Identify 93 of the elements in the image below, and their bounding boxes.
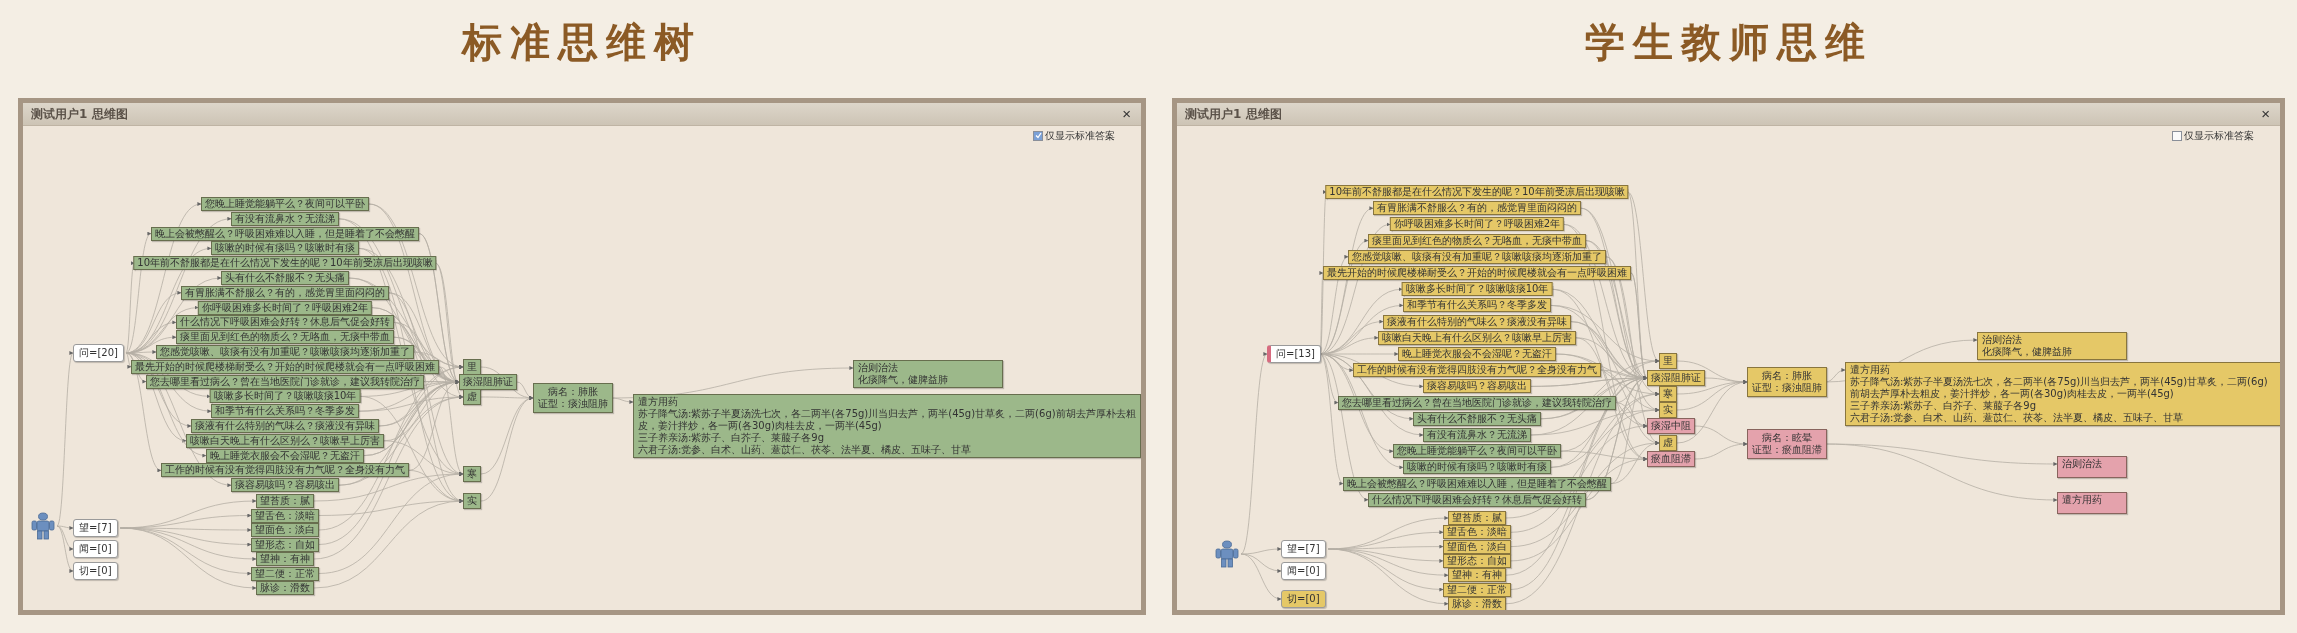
category-node[interactable]: 问=[13] <box>1267 345 1321 363</box>
diagnosis-node[interactable]: 病名：肺胀 证型：痰浊阻肺 <box>533 383 613 413</box>
checkbox[interactable] <box>2172 130 2182 141</box>
syndrome-node[interactable]: 实 <box>1659 402 1677 418</box>
question-node[interactable]: 晚上睡觉衣服会不会湿呢？无盗汗 <box>206 448 364 463</box>
inspection-node[interactable]: 望神：有神 <box>256 552 314 566</box>
treatment-node[interactable]: 治则治法 <box>2057 456 2127 478</box>
question-node[interactable]: 晚上会被憋醒么？呼吸困难难以入睡，但是睡着了不会憋醒 <box>151 226 419 241</box>
prescription-node[interactable]: 遣方用药 苏子降气汤:紫苏子半夏汤洗七次，各二两半(各75g)川当归去芦，两半(45g)甘草炙，二两(6g)前胡去芦厚朴去粗皮，姜汁拌炒，各一两(各30g)肉桂去皮，一两半(45g) 三子养亲汤:紫苏子、白芥子、莱菔子各9g 六君子汤:党参、白术、山药、薏苡仁、茯苓、法半夏、橘皮、五味子、甘草 <box>633 394 1141 458</box>
treatment-node[interactable]: 治则治法 化痰降气，健脾益肺 <box>1977 332 2127 360</box>
question-node[interactable]: 痰液有什么特别的气味么？痰液没有异味 <box>1383 314 1571 329</box>
inspection-node[interactable]: 望舌色：淡暗 <box>251 508 319 523</box>
question-node[interactable]: 您感觉咳嗽、咳痰有没有加重呢？咳嗽咳痰均逐渐加重了 <box>1348 249 1606 264</box>
syndrome-node[interactable]: 里 <box>1659 353 1677 369</box>
question-node[interactable]: 你呼吸困难多长时间了？呼吸困难2年 <box>197 300 373 315</box>
inspection-node[interactable]: 望神：有神 <box>1448 568 1506 583</box>
inspection-node[interactable]: 脉诊：滑数 <box>256 581 314 595</box>
question-node[interactable]: 咳嗽白天晚上有什么区别么？咳嗽早上厉害 <box>1378 330 1576 345</box>
inspection-node[interactable]: 望面色：淡白 <box>251 523 319 537</box>
diagnosis-node[interactable]: 病名：肺胀 证型：痰浊阻肺 <box>1747 367 1827 397</box>
category-node[interactable]: 切=[0] <box>73 562 118 580</box>
question-node[interactable]: 您去哪里看过病么？曾在当地医院门诊就诊，建议我转院治疗 <box>146 374 424 389</box>
treatment-node[interactable]: 治则治法 化痰降气，健脾益肺 <box>853 360 1003 388</box>
question-node[interactable]: 最先开始的时候爬楼梯耐受么？开始的时候爬楼就会有一点呼吸困难 <box>131 359 439 374</box>
inspection-node[interactable]: 望苔质：腻 <box>1448 511 1506 525</box>
syndrome-node[interactable]: 里 <box>463 359 481 375</box>
inspection-node[interactable]: 望苔质：腻 <box>256 494 314 508</box>
diagnosis-node[interactable]: 病名：眩晕 证型：瘀血阻滞 <box>1747 429 1827 459</box>
question-node[interactable]: 咳嗽的时候有痰吗？咳嗽时有痰 <box>211 241 359 256</box>
question-node[interactable]: 什么情况下呼吸困难会好转？休息后气促会好转 <box>1368 492 1586 507</box>
question-node[interactable]: 咳嗽白天晚上有什么区别么？咳嗽早上厉害 <box>186 433 384 448</box>
syndrome-node[interactable]: 痰湿阻肺证 <box>459 374 517 390</box>
question-node[interactable]: 晚上睡觉衣服会不会湿呢？无盗汗 <box>1398 347 1556 361</box>
question-node[interactable]: 您晚上睡觉能躺平么？夜间可以平卧 <box>201 197 369 211</box>
question-node[interactable]: 和季节有什么关系吗？冬季多发 <box>211 404 359 419</box>
syndrome-node[interactable]: 虚 <box>463 389 481 405</box>
question-node[interactable]: 痰里面见到红色的物质么？无咯血，无痰中带血 <box>1368 233 1586 248</box>
syndrome-node[interactable]: 虚 <box>1659 435 1677 451</box>
question-node[interactable]: 有没有流鼻水？无流涕 <box>1423 428 1531 442</box>
inspection-node[interactable]: 望形态：自如 <box>251 537 319 552</box>
question-node[interactable]: 晚上会被憋醒么？呼吸困难难以入睡，但是睡着了不会憋醒 <box>1343 476 1611 491</box>
question-node[interactable]: 工作的时候有没有觉得四肢没有力气呢？全身没有力气 <box>161 463 409 478</box>
category-node[interactable]: 闻=[0] <box>73 540 118 558</box>
question-node[interactable]: 工作的时候有没有觉得四肢没有力气呢？全身没有力气 <box>1353 363 1601 378</box>
checkbox[interactable] <box>1033 130 1043 141</box>
inspection-node[interactable]: 望面色：淡白 <box>1443 539 1511 554</box>
window-title: 测试用户1 思维图 <box>31 105 128 123</box>
question-node[interactable]: 咳嗽的时候有痰吗？咳嗽时有痰 <box>1403 460 1551 475</box>
inspection-node[interactable]: 望二便：正常 <box>251 566 319 581</box>
checkbox-label: 仅显示标准答案 <box>1045 128 1115 143</box>
syndrome-node[interactable]: 痰湿阻肺证 <box>1647 370 1705 386</box>
question-node[interactable]: 有胃胀满不舒服么？有的，感觉胃里面闷闷的 <box>1373 201 1581 216</box>
category-node[interactable]: 问=[20] <box>73 344 124 362</box>
prescription-node[interactable]: 遣方用药 <box>2057 492 2127 514</box>
syndrome-node[interactable]: 实 <box>463 493 481 509</box>
category-node[interactable]: 望=[7] <box>73 519 118 537</box>
syndrome-node[interactable]: 寒 <box>463 466 481 482</box>
close-button[interactable]: × <box>2259 106 2272 122</box>
category-node[interactable]: 闻=[0] <box>1281 562 1326 580</box>
question-node[interactable]: 什么情况下呼吸困难会好转？休息后气促会好转 <box>176 315 394 330</box>
question-node[interactable]: 10年前不舒服都是在什么情况下发生的呢？10年前受凉后出现咳嗽 <box>133 256 437 271</box>
question-node[interactable]: 您晚上睡觉能躺平么？夜间可以平卧 <box>1393 444 1561 459</box>
syndrome-node[interactable]: 痰湿中阻 <box>1647 418 1695 434</box>
question-node[interactable]: 头有什么不舒服不？无头痛 <box>1413 411 1541 426</box>
panel-heading: 学生教师思维 <box>1584 17 1873 67</box>
question-node[interactable]: 痰里面见到红色的物质么？无咯血，无痰中带血 <box>176 330 394 345</box>
person-icon <box>1213 540 1241 568</box>
panel-heading: 标准思维树 <box>462 17 702 67</box>
question-node[interactable]: 最先开始的时候爬楼梯耐受么？开始的时候爬楼就会有一点呼吸困难 <box>1323 266 1631 280</box>
question-node[interactable]: 您去哪里看过病么？曾在当地医院门诊就诊，建议我转院治疗 <box>1338 395 1616 410</box>
category-node[interactable]: 望=[7] <box>1281 540 1326 558</box>
syndrome-node[interactable]: 寒 <box>1659 386 1677 402</box>
inspection-node[interactable]: 望二便：正常 <box>1443 582 1511 597</box>
question-node[interactable]: 头有什么不舒服不？无头痛 <box>221 271 349 285</box>
checkbox-label: 仅显示标准答案 <box>2184 128 2254 143</box>
category-node[interactable]: 切=[0] <box>1281 590 1326 608</box>
question-node[interactable]: 痰容易咳吗？容易咳出 <box>1423 379 1531 394</box>
question-node[interactable]: 痰容易咳吗？容易咳出 <box>231 478 339 493</box>
question-node[interactable]: 有没有流鼻水？无流涕 <box>231 211 339 226</box>
close-button[interactable]: × <box>1120 106 1133 122</box>
question-node[interactable]: 和季节有什么关系吗？冬季多发 <box>1403 298 1551 313</box>
question-node[interactable]: 咳嗽多长时间了？咳嗽咳痰10年 <box>1401 282 1553 297</box>
syndrome-node[interactable]: 瘀血阻滞 <box>1647 451 1695 467</box>
prescription-node[interactable]: 遣方用药 苏子降气汤:紫苏子半夏汤洗七次，各二两半(各75g)川当归去芦，两半(45g)甘草炙，二两(6g)前胡去芦厚朴去粗皮，姜汁拌炒，各一两(各30g)肉桂去皮，一两半(45g) 三子养亲汤:紫苏子、白芥子、莱菔子各9g 六君子汤:党参、白术、山药、薏苡仁、茯苓、法半夏、橘皮、五味子、甘草 <box>1845 362 2280 426</box>
question-node[interactable]: 咳嗽多长时间了？咳嗽咳痰10年 <box>209 389 361 404</box>
window-title: 测试用户1 思维图 <box>1185 105 1282 123</box>
question-node[interactable]: 痰液有什么特别的气味么？痰液没有异味 <box>191 419 379 433</box>
inspection-node[interactable]: 望舌色：淡暗 <box>1443 525 1511 540</box>
question-node[interactable]: 你呼吸困难多长时间了？呼吸困难2年 <box>1389 217 1565 232</box>
question-node[interactable]: 10年前不舒服都是在什么情况下发生的呢？10年前受凉后出现咳嗽 <box>1325 185 1629 199</box>
question-node[interactable]: 您感觉咳嗽、咳痰有没有加重呢？咳嗽咳痰均逐渐加重了 <box>156 345 414 359</box>
question-node[interactable]: 有胃胀满不舒服么？有的，感觉胃里面闷闷的 <box>181 285 389 300</box>
person-icon <box>29 512 57 540</box>
